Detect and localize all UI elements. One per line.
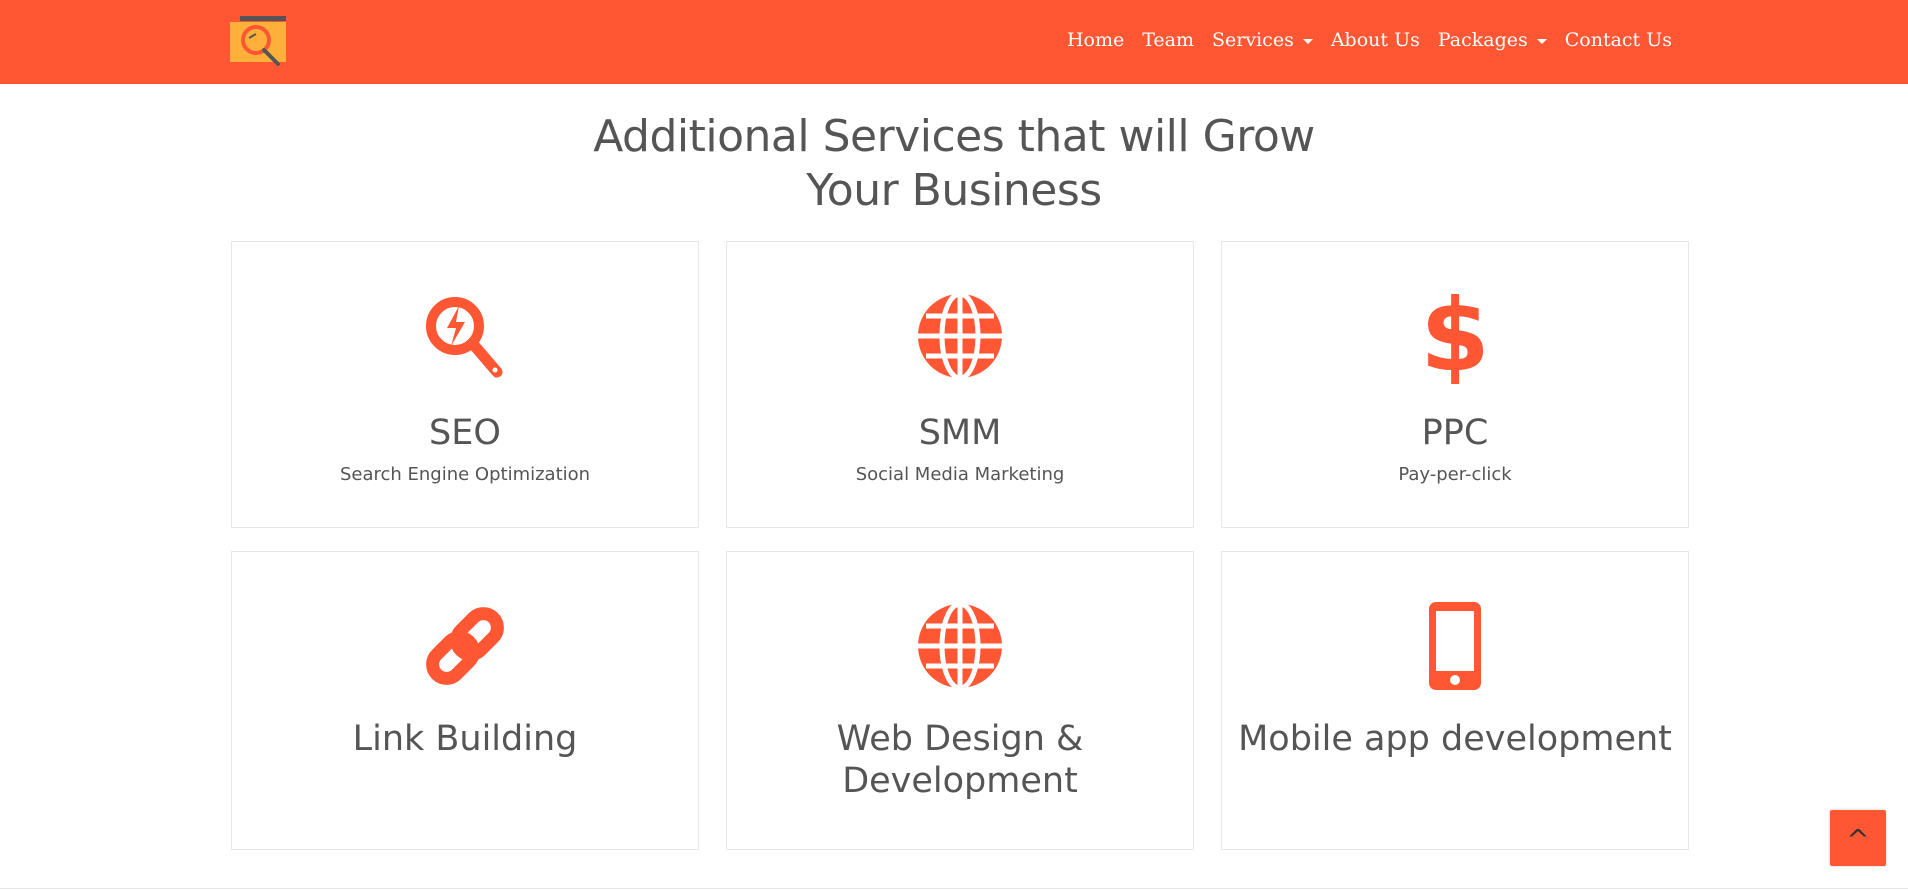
service-title: Link Building — [352, 719, 578, 759]
dollar-icon: $ — [1420, 288, 1490, 384]
mobile-phone-icon — [1429, 602, 1481, 690]
seo-search-bolt-icon — [426, 297, 503, 378]
nav-about-label: About Us — [1330, 29, 1420, 51]
globe-icon — [918, 601, 1002, 691]
caret-down-icon — [1536, 38, 1547, 44]
nav-contact-label: Contact Us — [1564, 29, 1672, 51]
service-subtitle: Search Engine Optimization — [339, 464, 591, 485]
nav-team-label: Team — [1142, 29, 1195, 51]
service-title-line-1: Web Design & — [836, 719, 1084, 759]
nav-packages-dropdown[interactable]: Packages — [1429, 29, 1556, 51]
nav-packages-label: Packages — [1437, 29, 1528, 51]
svg-text:$: $ — [1420, 288, 1490, 384]
heading-line-2: Your Business — [806, 165, 1102, 216]
service-card-mobile-app[interactable]: Mobile app development — [1221, 551, 1689, 850]
service-title: SMM — [918, 413, 1002, 453]
globe-icon — [918, 291, 1002, 381]
caret-down-icon — [1302, 38, 1313, 44]
top-navbar: Home Team Services About Us Packages Con… — [0, 0, 1908, 84]
service-card-link-building[interactable]: Link Building — [231, 551, 699, 850]
service-title: Mobile app development — [1238, 719, 1672, 759]
footer-divider — [0, 888, 1908, 889]
service-card-seo[interactable]: SEO Search Engine Optimization — [231, 241, 699, 528]
main-nav: Home Team Services About Us Packages Con… — [1058, 0, 1681, 80]
nav-home[interactable]: Home — [1058, 29, 1133, 51]
service-subtitle: Social Media Marketing — [855, 464, 1065, 485]
service-title: PPC — [1421, 413, 1489, 453]
nav-contact-us[interactable]: Contact Us — [1556, 29, 1681, 51]
service-card-smm[interactable]: SMM Social Media Marketing — [726, 241, 1194, 528]
service-title: SEO — [429, 413, 501, 453]
back-to-top-button[interactable]: ^ — [1830, 810, 1886, 866]
back-to-top-label: ^ — [1846, 823, 1870, 856]
service-card-ppc[interactable]: $ PPC Pay-per-click — [1221, 241, 1689, 528]
heading-line-1: Additional Services that will Grow — [593, 111, 1315, 162]
nav-about-us[interactable]: About Us — [1322, 29, 1429, 51]
service-title-line-2: Development — [842, 761, 1078, 801]
section-heading: Additional Services that will Grow Your … — [0, 110, 1908, 218]
nav-team[interactable]: Team — [1133, 29, 1203, 51]
service-title: Web Design & Development — [727, 718, 1193, 802]
link-icon — [426, 607, 504, 685]
nav-home-label: Home — [1066, 29, 1125, 51]
nav-services-label: Services — [1212, 29, 1294, 51]
service-subtitle: Pay-per-click — [1398, 464, 1512, 485]
nav-services-dropdown[interactable]: Services — [1203, 29, 1322, 51]
logo-icon[interactable] — [230, 14, 290, 66]
service-card-web-design[interactable]: Web Design & Development — [726, 551, 1194, 850]
